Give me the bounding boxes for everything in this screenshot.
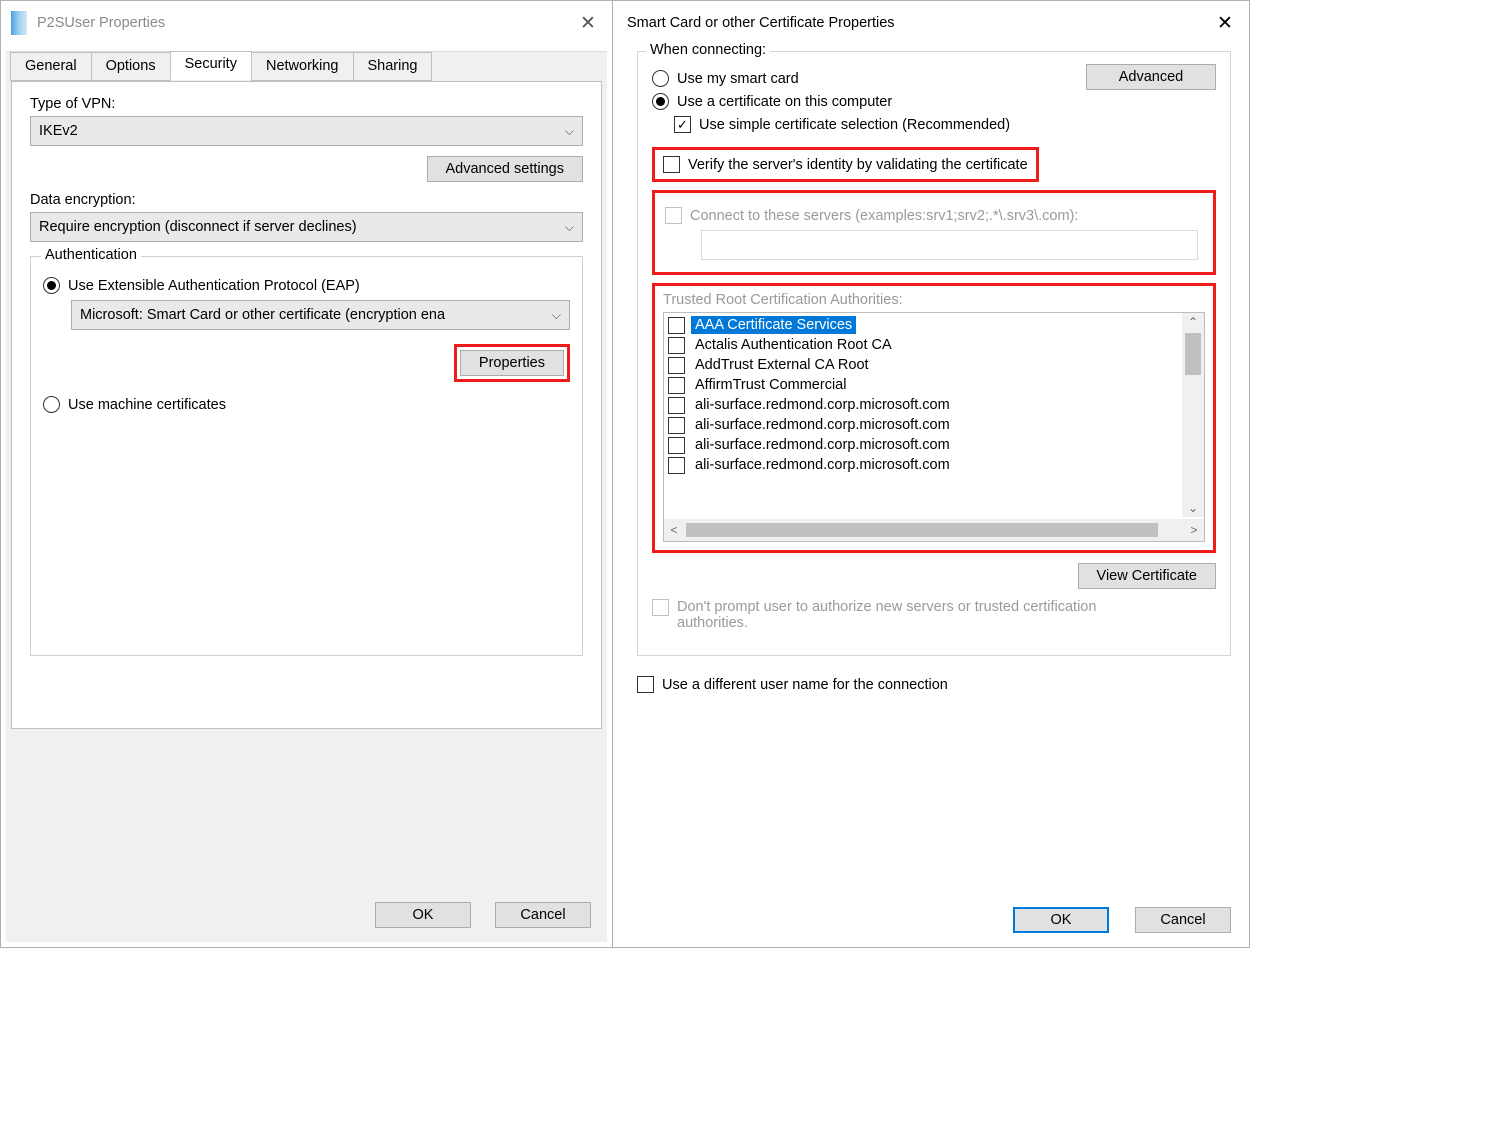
tab-security[interactable]: Security — [170, 51, 252, 80]
ca-item[interactable]: ali-surface.redmond.corp.microsoft.com — [666, 435, 1178, 455]
when-connecting-legend: When connecting: — [646, 42, 770, 58]
tab-sharing[interactable]: Sharing — [353, 52, 433, 81]
tab-options[interactable]: Options — [91, 52, 171, 81]
ca-item[interactable]: AddTrust External CA Root — [666, 355, 1178, 375]
window-title-right: Smart Card or other Certificate Properti… — [627, 15, 895, 31]
close-icon[interactable]: ✕ — [574, 12, 602, 35]
trusted-root-label: Trusted Root Certification Authorities: — [663, 292, 903, 308]
ca-item[interactable]: ali-surface.redmond.corp.microsoft.com — [666, 415, 1178, 435]
checkbox-dont-prompt-label: Don't prompt user to authorize new serve… — [677, 599, 1157, 631]
smartcard-properties-dialog: Smart Card or other Certificate Properti… — [613, 1, 1249, 947]
left-body: General Options Security Networking Shar… — [6, 51, 607, 942]
encryption-dropdown[interactable]: Require encryption (disconnect if server… — [30, 212, 583, 242]
window-icon — [11, 11, 27, 35]
ca-item[interactable]: AffirmTrust Commercial — [666, 375, 1178, 395]
radio-smart-card-label: Use my smart card — [677, 71, 799, 87]
tabstrip: General Options Security Networking Shar… — [6, 51, 607, 80]
checkbox-simple-selection[interactable] — [674, 116, 691, 133]
ok-button-left[interactable]: OK — [375, 902, 471, 928]
vpn-type-value: IKEv2 — [39, 123, 78, 139]
eap-method-dropdown[interactable]: Microsoft: Smart Card or other certifica… — [71, 300, 570, 330]
tab-networking[interactable]: Networking — [251, 52, 354, 81]
right-body: When connecting: Advanced Use my smart c… — [613, 51, 1249, 709]
ca-checkbox[interactable] — [668, 357, 685, 374]
advanced-settings-button[interactable]: Advanced settings — [427, 156, 584, 182]
tab-general[interactable]: General — [10, 52, 92, 81]
ca-item[interactable]: AAA Certificate Services — [666, 315, 1178, 335]
vpn-type-label: Type of VPN: — [30, 96, 583, 112]
cancel-button-left[interactable]: Cancel — [495, 902, 591, 928]
ca-item[interactable]: Actalis Authentication Root CA — [666, 335, 1178, 355]
authentication-group: Authentication Use Extensible Authentica… — [30, 256, 583, 656]
security-tab-panel: Type of VPN: IKEv2 ⌵ Advanced settings D… — [11, 81, 602, 729]
checkbox-verify-server[interactable] — [663, 156, 680, 173]
servers-input — [701, 230, 1198, 260]
scroll-right-icon[interactable]: > — [1184, 523, 1204, 537]
vertical-scrollbar[interactable]: ⌃ ⌄ — [1182, 313, 1204, 517]
radio-machine-certificates-label: Use machine certificates — [68, 397, 226, 413]
when-connecting-group: When connecting: Advanced Use my smart c… — [637, 51, 1231, 656]
ca-item[interactable]: ali-surface.redmond.corp.microsoft.com — [666, 455, 1178, 475]
view-certificate-button[interactable]: View Certificate — [1078, 563, 1216, 589]
window-title-left: P2SUser Properties — [37, 15, 165, 31]
scroll-thumb[interactable] — [1185, 333, 1201, 375]
ca-checkbox[interactable] — [668, 397, 685, 414]
horizontal-scrollbar[interactable]: < > — [664, 519, 1204, 541]
scroll-thumb-h[interactable] — [686, 523, 1158, 537]
checkbox-connect-servers-label: Connect to these servers (examples:srv1;… — [690, 208, 1078, 224]
radio-use-eap-label: Use Extensible Authentication Protocol (… — [68, 278, 360, 294]
ca-checkbox[interactable] — [668, 417, 685, 434]
vpn-type-dropdown[interactable]: IKEv2 ⌵ — [30, 116, 583, 146]
radio-machine-certificates[interactable] — [43, 396, 60, 413]
p2suser-properties-dialog: P2SUser Properties ✕ General Options Sec… — [1, 1, 613, 947]
eap-method-value: Microsoft: Smart Card or other certifica… — [80, 307, 445, 323]
ca-checkbox[interactable] — [668, 377, 685, 394]
chevron-down-icon: ⌵ — [565, 124, 574, 139]
authentication-legend: Authentication — [41, 247, 141, 263]
ca-checkbox[interactable] — [668, 437, 685, 454]
radio-smart-card[interactable] — [652, 70, 669, 87]
checkbox-verify-server-label: Verify the server's identity by validati… — [688, 157, 1028, 173]
radio-use-eap[interactable] — [43, 277, 60, 294]
titlebar-right: Smart Card or other Certificate Properti… — [613, 1, 1249, 45]
properties-button[interactable]: Properties — [460, 350, 564, 376]
close-icon[interactable]: ✕ — [1211, 12, 1239, 35]
scroll-left-icon[interactable]: < — [664, 523, 684, 537]
checkbox-simple-selection-label: Use simple certificate selection (Recomm… — [699, 117, 1010, 133]
ca-checkbox[interactable] — [668, 337, 685, 354]
ca-checkbox[interactable] — [668, 317, 685, 334]
checkbox-connect-servers — [665, 207, 682, 224]
ok-button-right[interactable]: OK — [1013, 907, 1109, 933]
ca-item[interactable]: ali-surface.redmond.corp.microsoft.com — [666, 395, 1178, 415]
checkbox-dont-prompt — [652, 599, 669, 616]
encryption-value: Require encryption (disconnect if server… — [39, 219, 357, 235]
trusted-root-listbox[interactable]: AAA Certificate Services Actalis Authent… — [663, 312, 1205, 542]
radio-use-certificate[interactable] — [652, 93, 669, 110]
checkbox-different-username[interactable] — [637, 676, 654, 693]
checkbox-different-username-label: Use a different user name for the connec… — [662, 677, 948, 693]
ca-checkbox[interactable] — [668, 457, 685, 474]
chevron-down-icon: ⌵ — [552, 308, 561, 323]
advanced-button[interactable]: Advanced — [1086, 64, 1216, 90]
cancel-button-right[interactable]: Cancel — [1135, 907, 1231, 933]
chevron-down-icon: ⌵ — [565, 220, 574, 235]
radio-use-certificate-label: Use a certificate on this computer — [677, 94, 892, 110]
scroll-down-icon[interactable]: ⌄ — [1183, 501, 1203, 515]
encryption-label: Data encryption: — [30, 192, 583, 208]
titlebar-left: P2SUser Properties ✕ — [1, 1, 612, 45]
scroll-up-icon[interactable]: ⌃ — [1183, 315, 1203, 329]
